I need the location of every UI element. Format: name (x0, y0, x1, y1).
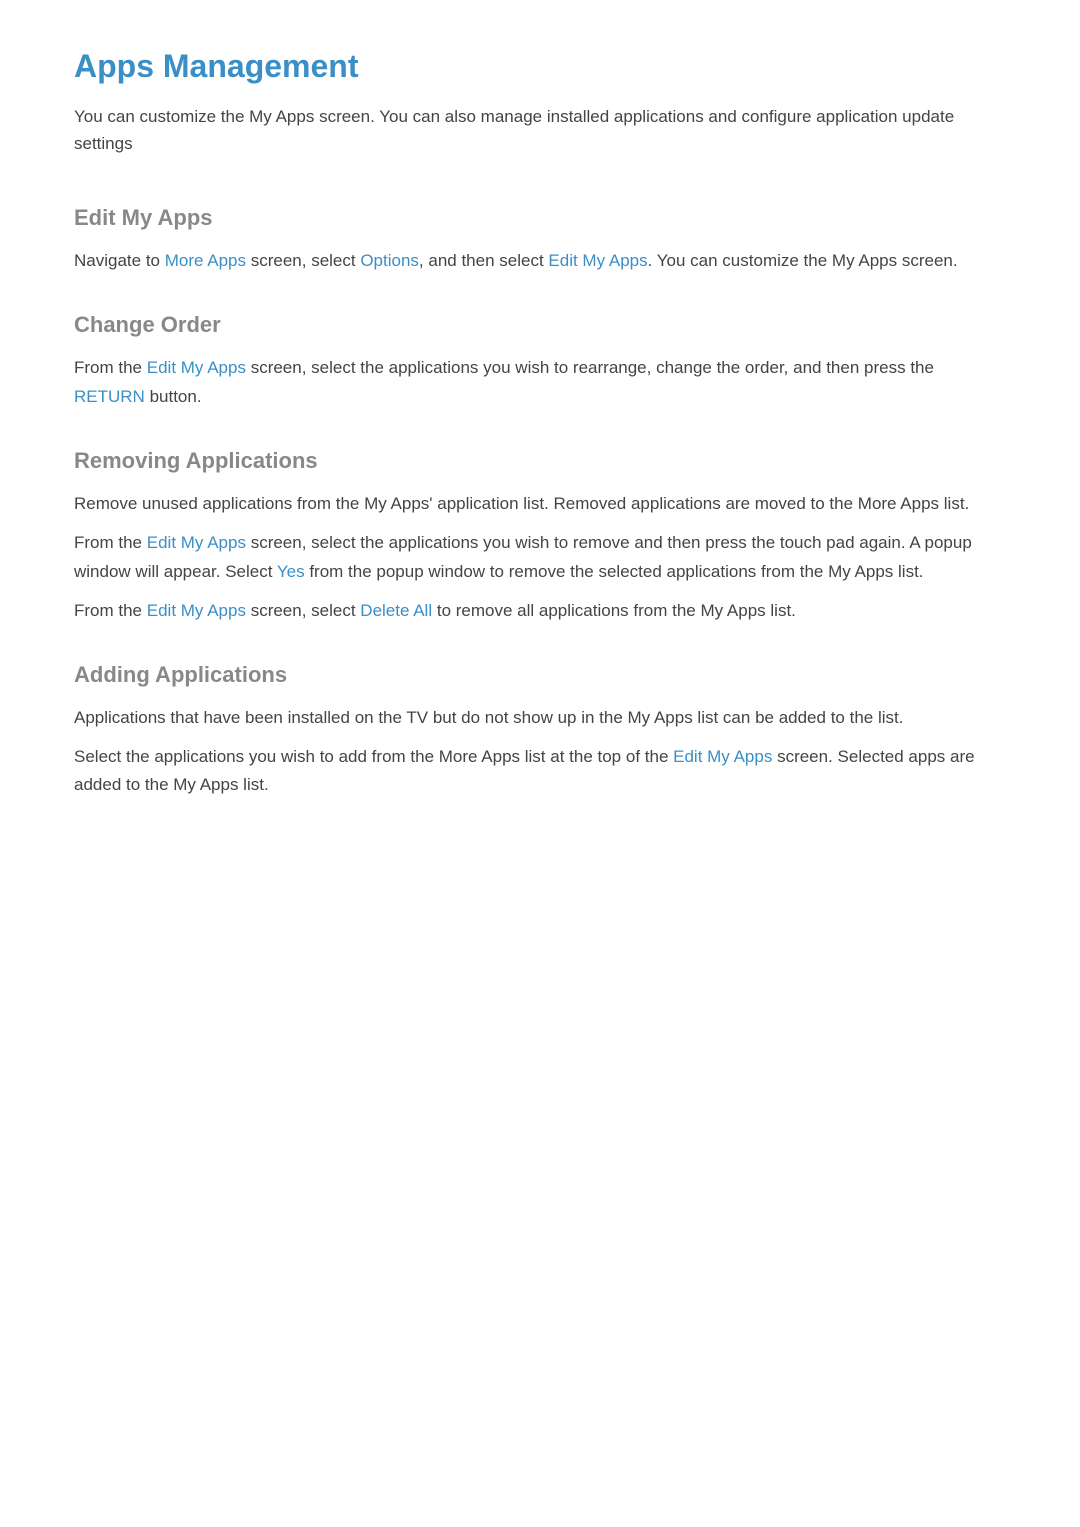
section-body-adding-applications: Applications that have been installed on… (74, 704, 1006, 801)
section-change-order: Change Order From the Edit My Apps screen… (74, 312, 1006, 412)
link-edit-my-apps[interactable]: Edit My Apps (147, 358, 246, 377)
link-edit-my-apps[interactable]: Edit My Apps (147, 533, 246, 552)
page-title: Apps Management (74, 48, 1006, 85)
section-title-edit-my-apps: Edit My Apps (74, 205, 1006, 231)
section-adding-applications: Adding Applications Applications that hav… (74, 662, 1006, 801)
paragraph-change-order-0: From the Edit My Apps screen, select the… (74, 354, 1006, 412)
link-return[interactable]: RETURN (74, 387, 145, 406)
section-edit-my-apps: Edit My AppsNavigate to More Apps screen… (74, 205, 1006, 276)
section-title-change-order: Change Order (74, 312, 1006, 338)
paragraph-adding-applications-1: Select the applications you wish to add … (74, 743, 1006, 801)
paragraph-removing-applications-0: Remove unused applications from the My A… (74, 490, 1006, 519)
link-yes[interactable]: Yes (277, 562, 305, 581)
page-description: You can customize the My Apps screen. Yo… (74, 103, 1006, 157)
link-options[interactable]: Options (360, 251, 419, 270)
paragraph-removing-applications-2: From the Edit My Apps screen, select Del… (74, 597, 1006, 626)
paragraph-edit-my-apps-0: Navigate to More Apps screen, select Opt… (74, 247, 1006, 276)
section-body-removing-applications: Remove unused applications from the My A… (74, 490, 1006, 626)
section-title-adding-applications: Adding Applications (74, 662, 1006, 688)
section-removing-applications: Removing Applications Remove unused appli… (74, 448, 1006, 626)
link-edit-my-apps[interactable]: Edit My Apps (147, 601, 246, 620)
section-body-edit-my-apps: Navigate to More Apps screen, select Opt… (74, 247, 1006, 276)
link-edit-my-apps[interactable]: Edit My Apps (673, 747, 772, 766)
link-edit-my-apps[interactable]: Edit My Apps (548, 251, 647, 270)
link-more-apps[interactable]: More Apps (165, 251, 246, 270)
paragraph-removing-applications-1: From the Edit My Apps screen, select the… (74, 529, 1006, 587)
section-title-removing-applications: Removing Applications (74, 448, 1006, 474)
section-body-change-order: From the Edit My Apps screen, select the… (74, 354, 1006, 412)
paragraph-adding-applications-0: Applications that have been installed on… (74, 704, 1006, 733)
link-delete-all[interactable]: Delete All (360, 601, 432, 620)
